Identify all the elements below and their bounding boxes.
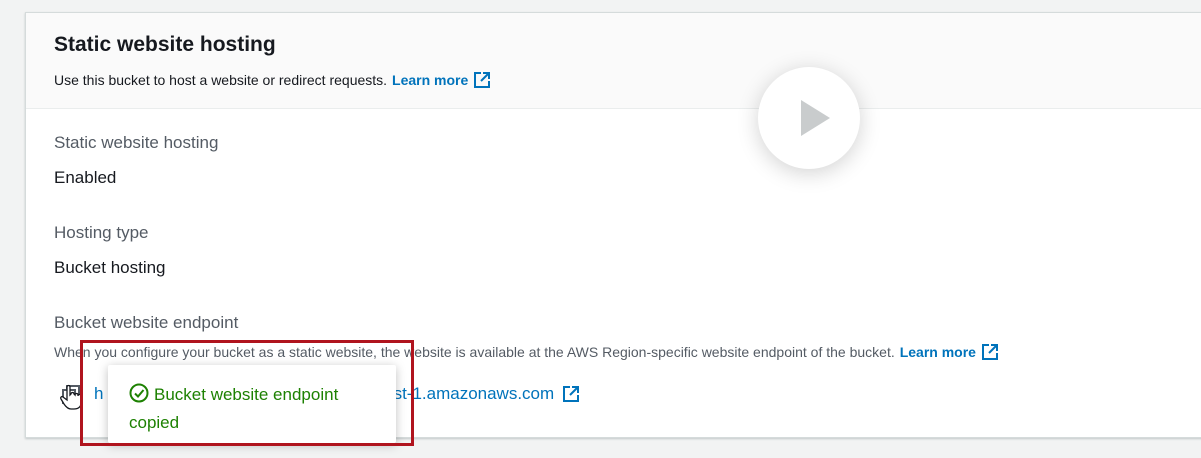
panel-title: Static website hosting xyxy=(54,33,276,56)
external-link-icon[interactable] xyxy=(981,343,999,361)
hosting-status-label: Static website hosting xyxy=(54,133,219,152)
external-link-icon[interactable] xyxy=(562,385,580,403)
hosting-type-label: Hosting type xyxy=(54,223,149,242)
play-button[interactable] xyxy=(758,67,860,169)
panel-description-text: Use this bucket to host a website or red… xyxy=(54,72,388,88)
hosting-type-value: Bucket hosting xyxy=(54,258,166,277)
hand-cursor-icon xyxy=(60,384,82,410)
hosting-status-value: Enabled xyxy=(54,168,117,187)
panel-header: Static website hosting Use this bucket t… xyxy=(26,13,1201,109)
endpoint-label: Bucket website endpoint xyxy=(54,313,239,332)
external-link-icon[interactable] xyxy=(473,71,491,89)
endpoint-learn-more-link[interactable]: Learn more xyxy=(900,344,976,360)
play-icon xyxy=(801,100,830,136)
learn-more-link[interactable]: Learn more xyxy=(392,72,468,88)
panel-description: Use this bucket to host a website or red… xyxy=(54,71,491,89)
highlight-frame xyxy=(80,340,414,446)
